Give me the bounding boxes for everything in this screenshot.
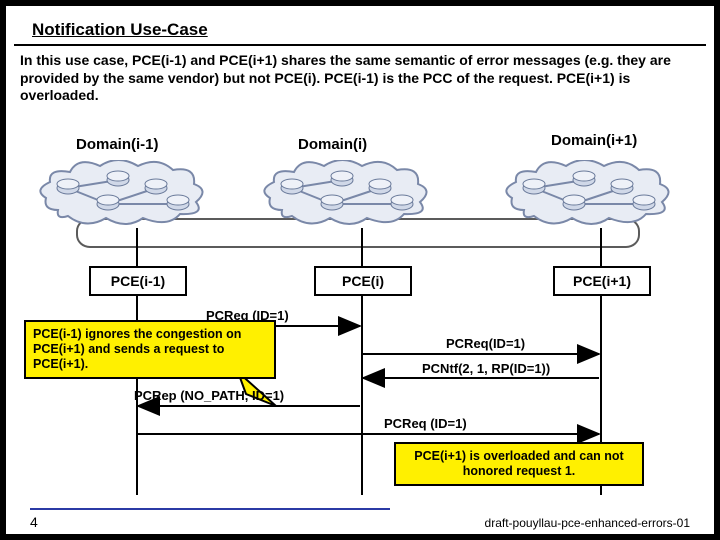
page-number: 4 — [30, 514, 38, 530]
body-paragraph: In this use case, PCE(i-1) and PCE(i+1) … — [20, 52, 700, 105]
footer-rule — [30, 508, 390, 510]
callout-ignore: PCE(i-1) ignores the congestion on PCE(i… — [24, 320, 276, 379]
title-underline — [14, 44, 706, 46]
pce-right-box: PCE(i+1) — [553, 266, 651, 296]
pce-left-box: PCE(i-1) — [89, 266, 187, 296]
msg-req3: PCReq (ID=1) — [384, 416, 467, 431]
msg-req2: PCReq(ID=1) — [446, 336, 525, 351]
cloud-right — [504, 160, 674, 230]
slide-title: Notification Use-Case — [32, 20, 208, 40]
msg-ntf: PCNtf(2, 1, RP(ID=1)) — [422, 361, 550, 376]
footer-draft: draft-pouyllau-pce-enhanced-errors-01 — [485, 516, 690, 530]
domain-left-label: Domain(i-1) — [76, 136, 159, 153]
connector-right — [600, 228, 602, 266]
msg-rep: PCRep (NO_PATH, ID=1) — [134, 388, 284, 403]
domain-right-label: Domain(i+1) — [551, 132, 637, 149]
slide: Notification Use-Case In this use case, … — [6, 6, 714, 534]
connector-center — [361, 228, 363, 266]
callout-overload: PCE(i+1) is overloaded and can not honor… — [394, 442, 644, 486]
cloud-left — [38, 160, 208, 230]
lifeline-center — [361, 295, 363, 495]
cloud-center — [262, 160, 432, 230]
pce-center-box: PCE(i) — [314, 266, 412, 296]
domain-center-label: Domain(i) — [298, 136, 367, 153]
connector-left — [136, 228, 138, 266]
